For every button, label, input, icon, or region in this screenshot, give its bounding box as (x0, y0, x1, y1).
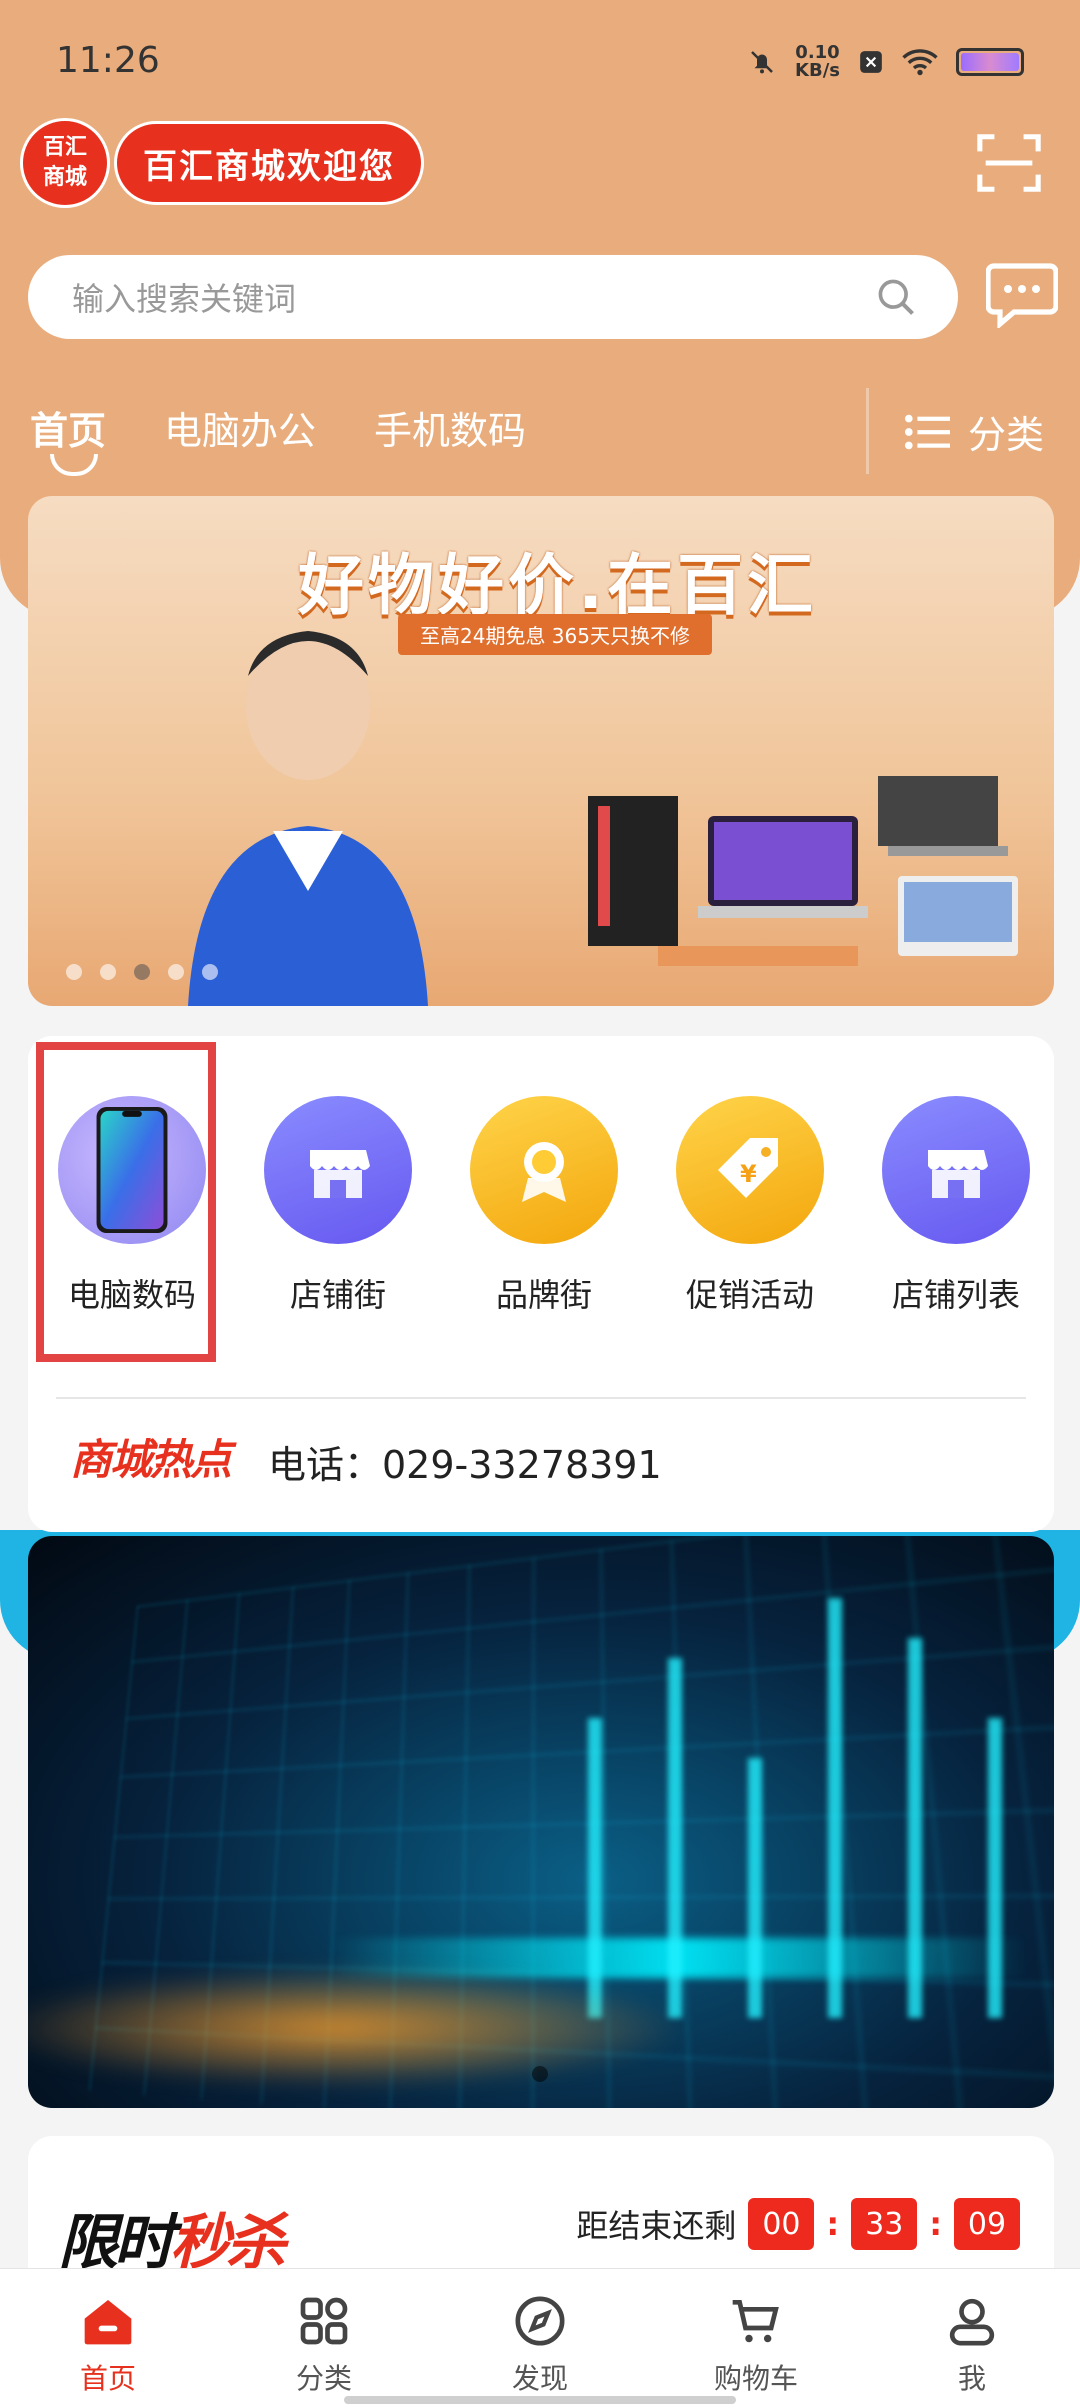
bottom-nav-discover[interactable]: 发现 (432, 2269, 648, 2408)
bottom-nav-cart[interactable]: 购物车 (648, 2269, 864, 2408)
tab-home[interactable]: 首页 (30, 400, 106, 476)
brand-badge-icon (470, 1096, 618, 1244)
banner-spokesperson (188, 631, 428, 1006)
message-icon[interactable] (986, 262, 1058, 328)
nav-label: 店铺街 (289, 1276, 386, 1314)
flash-sale-card: 限时秒杀 距结束还剩 00 : 33 : 09 (28, 2136, 1054, 2278)
countdown: 距结束还剩 00 : 33 : 09 (576, 2198, 1020, 2250)
promo-banner[interactable]: 好物好价.在百汇 至高24期免息 365天只换不修 (28, 496, 1054, 1006)
tab-computer-office[interactable]: 电脑办公 (164, 400, 316, 455)
network-speed: 0.10 KB/s (795, 42, 840, 81)
tab-divider (866, 388, 869, 474)
bottom-nav-me[interactable]: 我 (864, 2269, 1080, 2408)
nav-label: 店铺列表 (891, 1276, 1020, 1314)
nav-promotions[interactable]: ¥ 促销活动 (670, 1096, 830, 1316)
shop-icon (882, 1096, 1030, 1244)
banner-dot[interactable] (202, 964, 218, 980)
tab-mobile-digital[interactable]: 手机数码 (374, 400, 526, 455)
nav-label: 品牌街 (495, 1276, 592, 1314)
category-button[interactable]: 分类 (904, 404, 1044, 459)
logo-badge: 百汇 商城 (20, 118, 110, 208)
bottom-nav-home[interactable]: 首页 (0, 2269, 216, 2408)
banner-dot-active[interactable] (532, 2066, 548, 2082)
search-placeholder: 输入搜索关键词 (72, 280, 297, 318)
scan-icon[interactable] (974, 128, 1044, 198)
banner-dot-active[interactable] (134, 964, 150, 980)
close-box-icon (860, 51, 882, 73)
battery-icon (956, 48, 1024, 76)
wifi-icon (902, 49, 938, 76)
list-icon (904, 414, 950, 449)
banner-dot[interactable] (100, 964, 116, 980)
selection-highlight (36, 1042, 216, 1362)
hotline-text: 电话：029-33278391 (268, 1443, 662, 1487)
logo-welcome-text: 百汇商城欢迎您 (114, 121, 424, 205)
banner-dot[interactable] (168, 964, 184, 980)
countdown-hours: 00 (748, 2198, 815, 2250)
store-logo: 百汇 商城 百汇商城欢迎您 (20, 118, 424, 208)
compass-icon (515, 2296, 565, 2346)
category-label: 分类 (967, 413, 1044, 457)
banner-subtitle: 至高24期免息 365天只换不修 (398, 614, 712, 655)
shop-icon (264, 1096, 412, 1244)
nav-label: 促销活动 (685, 1276, 814, 1314)
banner-dot[interactable] (66, 964, 82, 980)
tech-banner[interactable] (28, 1536, 1054, 2108)
countdown-seconds: 09 (954, 2198, 1020, 2250)
hot-news-logo: 商城热点 (70, 1435, 232, 1484)
nav-shop-list[interactable]: 店铺列表 (876, 1096, 1036, 1316)
search-icon[interactable] (874, 275, 918, 319)
grid-icon (300, 2297, 348, 2345)
countdown-minutes: 33 (851, 2198, 918, 2250)
card-divider (56, 1397, 1026, 1399)
mute-bell-icon (751, 51, 773, 74)
status-time: 11:26 (56, 40, 160, 81)
banner-pagination (66, 964, 218, 980)
svg-text:¥: ¥ (740, 1160, 757, 1188)
nav-brand-street[interactable]: 品牌街 (464, 1096, 624, 1316)
cart-icon (732, 2300, 779, 2343)
nav-shop-street[interactable]: 店铺街 (258, 1096, 418, 1316)
bottom-navigation: 首页 分类 发现 购物车 我 (0, 2268, 1080, 2408)
home-indicator[interactable] (344, 2396, 736, 2404)
banner-products (588, 776, 1018, 966)
price-tag-icon: ¥ (676, 1096, 824, 1244)
search-input[interactable]: 输入搜索关键词 (28, 255, 958, 339)
countdown-label: 距结束还剩 (576, 2207, 737, 2245)
category-tabs: 首页 电脑办公 手机数码 (30, 400, 526, 476)
status-icons: 0.10 KB/s (747, 44, 1024, 80)
user-icon (949, 2298, 995, 2346)
home-icon (84, 2300, 132, 2345)
bottom-nav-category[interactable]: 分类 (216, 2269, 432, 2408)
